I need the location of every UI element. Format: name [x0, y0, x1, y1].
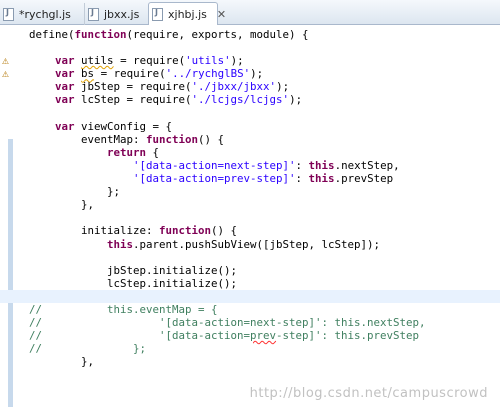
code-line[interactable]: '[data-action=next-step]': this.nextStep… — [0, 159, 500, 172]
code-line[interactable]: var utils = require('utils'); — [0, 54, 500, 67]
code-line[interactable]: }, — [0, 198, 500, 211]
tab-xjhbj[interactable]: xjhbj.js ✕ — [148, 2, 226, 25]
code-line[interactable]: var jbStep = require('./jbxx/jbxx'); — [0, 80, 500, 93]
code-line[interactable]: }, — [0, 355, 500, 368]
code-area[interactable]: define(function(require, exports, module… — [0, 28, 500, 368]
code-line[interactable]: // this.eventMap = { — [0, 303, 500, 316]
code-line[interactable]: }; — [0, 185, 500, 198]
current-line[interactable] — [0, 289, 500, 303]
js-file-icon — [152, 7, 163, 21]
code-line[interactable] — [0, 41, 500, 54]
code-line[interactable]: define(function(require, exports, module… — [0, 28, 500, 41]
close-icon[interactable]: ✕ — [217, 8, 226, 21]
tab-label: jbxx.js — [104, 7, 140, 21]
code-line[interactable] — [0, 251, 500, 264]
code-editor[interactable]: ⚠ ⚠ define(function(require, exports, mo… — [0, 25, 500, 407]
js-file-icon — [3, 7, 14, 21]
code-line[interactable]: var lcStep = require('./lcjgs/lcjgs'); — [0, 93, 500, 106]
tab-rychgl[interactable]: *rychgl.js — [0, 3, 85, 25]
code-line[interactable]: // '[data-action=next-step]': this.nextS… — [0, 316, 500, 329]
code-line[interactable]: // '[data-action=prev-step]': this.prevS… — [0, 329, 500, 342]
code-line[interactable]: jbStep.initialize(); — [0, 264, 500, 277]
tab-label: *rychgl.js — [19, 7, 71, 21]
code-line[interactable]: this.parent.pushSubView([jbStep, lcStep]… — [0, 238, 500, 251]
code-line[interactable]: return { — [0, 146, 500, 159]
code-line[interactable]: var bs = require('../rychglBS'); — [0, 67, 500, 80]
tab-jbxx[interactable]: jbxx.js — [85, 3, 150, 25]
code-line[interactable] — [0, 211, 500, 224]
code-line[interactable] — [0, 107, 500, 120]
tab-label: xjhbj.js — [168, 7, 207, 21]
code-line[interactable]: initialize: function() { — [0, 224, 500, 237]
code-line[interactable]: // }; — [0, 342, 500, 355]
code-line[interactable]: var viewConfig = { — [0, 120, 500, 133]
js-file-icon — [88, 7, 99, 21]
code-line[interactable]: '[data-action=prev-step]': this.prevStep — [0, 172, 500, 185]
code-line[interactable]: lcStep.initialize(); — [0, 277, 500, 290]
code-line[interactable]: eventMap: function() { — [0, 133, 500, 146]
watermark: http://blog.csdn.net/campuscrowd — [249, 386, 488, 401]
editor-tab-bar: *rychgl.js jbxx.js xjhbj.js ✕ — [0, 0, 500, 25]
